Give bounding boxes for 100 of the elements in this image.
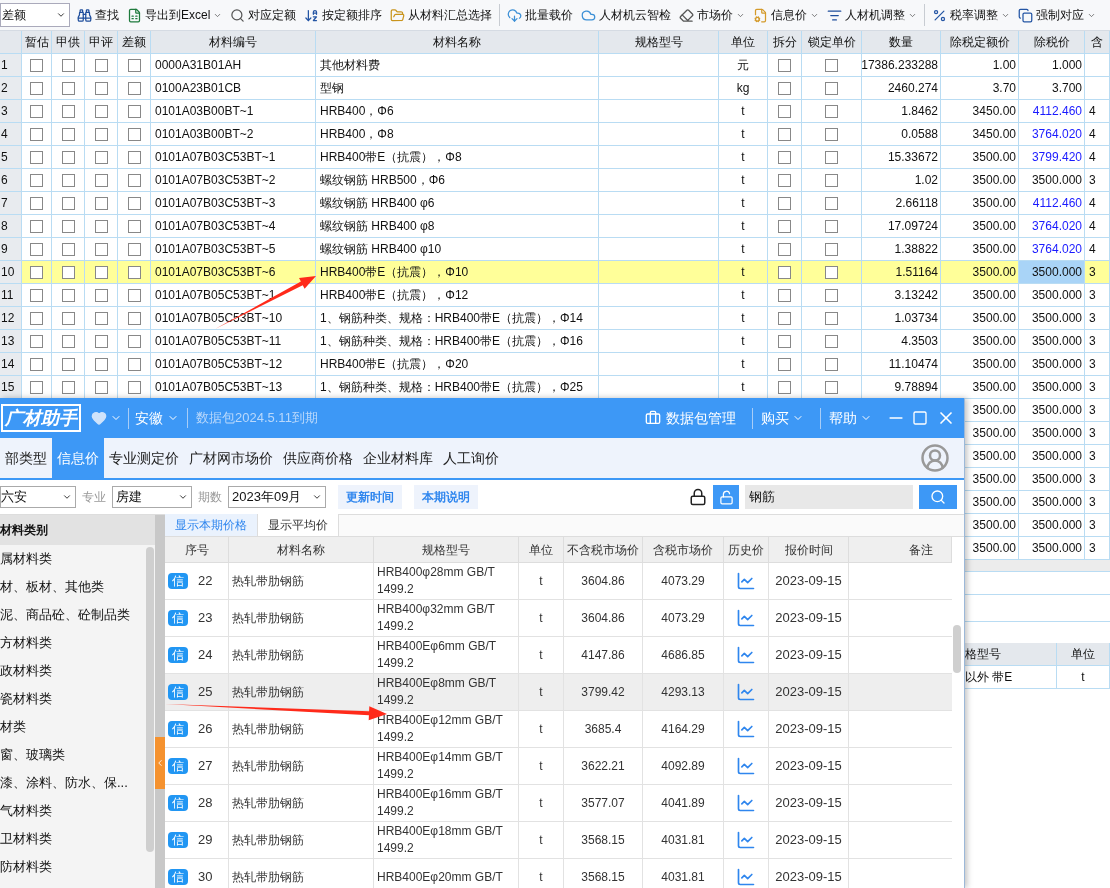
checkbox[interactable] — [825, 173, 838, 187]
checkbox[interactable] — [778, 265, 791, 279]
price-row[interactable]: 信 25 热轧带肋钢筋 HRB400Eφ8mm GB/T 1499.2 t 3799.42 4293.13 2023-09-15 — [165, 674, 952, 711]
checkbox[interactable] — [778, 242, 791, 256]
category-item[interactable]: 政材料类 — [0, 657, 155, 685]
checkbox[interactable] — [825, 334, 838, 348]
checkbox[interactable] — [127, 104, 141, 118]
checkbox[interactable] — [30, 380, 43, 394]
category-item[interactable]: 材、板材、其他类 — [0, 573, 155, 601]
line-chart-icon[interactable] — [736, 608, 756, 628]
tab[interactable]: 广材网市场价 — [184, 438, 278, 478]
view-tab[interactable]: 显示平均价 — [258, 514, 339, 536]
checkbox[interactable] — [778, 357, 791, 371]
category-item[interactable]: 防材料类 — [0, 853, 155, 881]
checkbox[interactable] — [825, 242, 838, 256]
category-item[interactable]: 方材料类 — [0, 629, 155, 657]
checkbox[interactable] — [127, 380, 141, 394]
checkbox[interactable] — [778, 150, 791, 164]
checkbox[interactable] — [61, 104, 75, 118]
category-item[interactable]: 窗、玻璃类 — [0, 741, 155, 769]
checkbox[interactable] — [94, 380, 108, 394]
checkbox[interactable] — [30, 311, 43, 325]
checkbox[interactable] — [61, 81, 75, 95]
checkbox[interactable] — [825, 127, 838, 141]
search-button[interactable] — [919, 485, 957, 509]
table-row[interactable]: 11 0101A07B05C53BT~1 HRB400带E（抗震），Φ12 t 3.13242 3500.00 3500.000 3 — [0, 284, 1110, 307]
checkbox[interactable] — [127, 219, 141, 233]
checkbox[interactable] — [778, 173, 791, 187]
scrollbar[interactable] — [953, 625, 961, 673]
price-row[interactable]: 信 24 热轧带肋钢筋 HRB400Eφ6mm GB/T 1499.2 t 4147.86 4686.85 2023-09-15 — [165, 637, 952, 674]
checkbox[interactable] — [30, 288, 43, 302]
table-row[interactable]: 8 0101A07B03C53BT~4 螺纹钢筋 HRB400 φ8 t 17.09724 3500.00 3764.020 4 — [0, 215, 1110, 238]
toolbar-button[interactable]: 导出到Excel — [126, 3, 224, 27]
toolbar-button[interactable]: 人材机云智检 — [580, 3, 673, 27]
toolbar-button[interactable]: 人材机调整 — [826, 3, 919, 27]
checkbox[interactable] — [30, 58, 43, 72]
checkbox[interactable] — [127, 127, 141, 141]
checkbox[interactable] — [94, 334, 108, 348]
table-row[interactable]: 15 0101A07B05C53BT~13 1、钢筋种类、规格：HRB400带E（抗震），Φ25 t 9.78894 3500.00 3500.000 3 — [0, 376, 1110, 399]
checkbox[interactable] — [127, 311, 141, 325]
checkbox[interactable] — [61, 380, 75, 394]
collapse-handle[interactable] — [155, 737, 165, 789]
unlock-button[interactable] — [713, 485, 739, 509]
price-row[interactable]: 信 23 热轧带肋钢筋 HRB400φ32mm GB/T 1499.2 t 3604.86 4073.29 2023-09-15 — [165, 600, 952, 637]
line-chart-icon[interactable] — [736, 867, 756, 887]
lock-icon[interactable] — [689, 488, 707, 506]
checkbox[interactable] — [94, 265, 108, 279]
category-item[interactable]: 瓷材料类 — [0, 685, 155, 713]
table-row[interactable]: 5 0101A07B03C53BT~1 HRB400带E（抗震），Φ8 t 15.33672 3500.00 3799.420 4 — [0, 146, 1110, 169]
table-row[interactable]: 9 0101A07B03C53BT~5 螺纹钢筋 HRB400 φ10 t 1.38822 3500.00 3764.020 4 — [0, 238, 1110, 261]
price-row[interactable]: 信 30 热轧带肋钢筋 HRB400Eφ20mm GB/T t 3568.15 4031.81 2023-09-15 — [165, 859, 952, 888]
checkbox[interactable] — [127, 58, 141, 72]
checkbox[interactable] — [61, 127, 75, 141]
line-chart-icon[interactable] — [736, 830, 756, 850]
checkbox[interactable] — [127, 150, 141, 164]
checkbox[interactable] — [825, 219, 838, 233]
checkbox[interactable] — [30, 265, 43, 279]
checkbox[interactable] — [61, 196, 75, 210]
category-item[interactable]: 材类 — [0, 713, 155, 741]
table-row[interactable]: 1 0000A31B01AH 其他材料费 元 17386.233288 1.00 1.000 — [0, 54, 1110, 77]
line-chart-icon[interactable] — [736, 793, 756, 813]
checkbox[interactable] — [127, 334, 141, 348]
checkbox[interactable] — [825, 380, 838, 394]
toolbar-button[interactable]: 对应定额 — [229, 3, 298, 27]
checkbox[interactable] — [778, 81, 791, 95]
checkbox[interactable] — [825, 150, 838, 164]
checkbox[interactable] — [61, 219, 75, 233]
table-row[interactable]: 2 0100A23B01CB 型钢 kg 2460.274 3.70 3.700 — [0, 77, 1110, 100]
price-row[interactable]: 信 29 热轧带肋钢筋 HRB400Eφ18mm GB/T 1499.2 t 3568.15 4031.81 2023-09-15 — [165, 822, 952, 859]
checkbox[interactable] — [127, 265, 141, 279]
checkbox[interactable] — [825, 81, 838, 95]
checkbox[interactable] — [30, 150, 43, 164]
checkbox[interactable] — [127, 196, 141, 210]
checkbox[interactable] — [825, 196, 838, 210]
checkbox[interactable] — [778, 334, 791, 348]
tab[interactable]: 企业材料库 — [358, 438, 438, 478]
checkbox[interactable] — [30, 242, 43, 256]
checkbox[interactable] — [61, 357, 75, 371]
checkbox[interactable] — [94, 242, 108, 256]
line-chart-icon[interactable] — [736, 571, 756, 591]
table-row[interactable]: 13 0101A07B05C53BT~11 1、钢筋种类、规格：HRB400带E（抗震），Φ16 t 4.3503 3500.00 3500.000 3 — [0, 330, 1110, 353]
checkbox[interactable] — [94, 311, 108, 325]
category-item[interactable]: 卫材料类 — [0, 825, 155, 853]
line-chart-icon[interactable] — [736, 645, 756, 665]
price-row[interactable]: 信 27 热轧带肋钢筋 HRB400Eφ14mm GB/T 1499.2 t 3622.21 4092.89 2023-09-15 — [165, 748, 952, 785]
price-row[interactable]: 信 28 热轧带肋钢筋 HRB400Eφ16mm GB/T 1499.2 t 3577.07 4041.89 2023-09-15 — [165, 785, 952, 822]
category-item[interactable]: 属材料类 — [0, 545, 155, 573]
toolbar-button[interactable]: 市场价 — [678, 3, 747, 27]
line-chart-icon[interactable] — [736, 682, 756, 702]
checkbox[interactable] — [30, 357, 43, 371]
period-select[interactable]: 2023年09月 — [228, 486, 326, 508]
toolbar-button[interactable]: 从材料汇总选择 — [389, 3, 494, 27]
checkbox[interactable] — [94, 81, 108, 95]
table-row[interactable]: 3 0101A03B00BT~1 HRB400，Φ6 t 1.8462 3450.00 4112.460 4 — [0, 100, 1110, 123]
checkbox[interactable] — [30, 104, 43, 118]
checkbox[interactable] — [94, 357, 108, 371]
checkbox[interactable] — [61, 242, 75, 256]
checkbox[interactable] — [30, 173, 43, 187]
checkbox[interactable] — [30, 196, 43, 210]
city-select[interactable]: 六安 — [0, 486, 76, 508]
